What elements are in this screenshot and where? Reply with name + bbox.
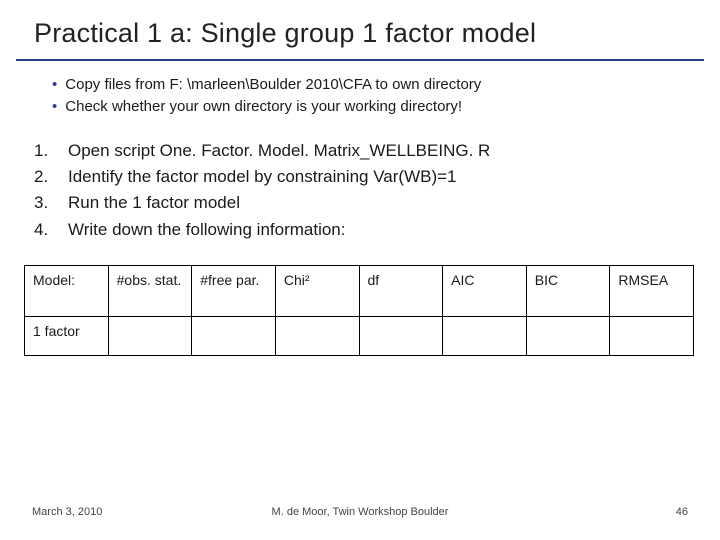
bullet-item: • Check whether your own directory is yo… — [52, 97, 680, 117]
table-header: #obs. stat. — [108, 265, 192, 316]
item-text: Write down the following information: — [68, 217, 346, 243]
table-header: RMSEA — [610, 265, 694, 316]
bullet-icon: • — [52, 75, 57, 95]
bullet-icon: • — [52, 97, 57, 117]
item-number: 3. — [34, 190, 68, 216]
table-cell — [610, 316, 694, 355]
bullet-item: • Copy files from F: \marleen\Boulder 20… — [52, 75, 680, 95]
list-item: 2. Identify the factor model by constrai… — [34, 164, 680, 190]
bullet-list: • Copy files from F: \marleen\Boulder 20… — [0, 61, 720, 124]
list-item: 1. Open script One. Factor. Model. Matri… — [34, 138, 680, 164]
list-item: 4. Write down the following information: — [34, 217, 680, 243]
list-item: 3. Run the 1 factor model — [34, 190, 680, 216]
numbered-list: 1. Open script One. Factor. Model. Matri… — [0, 124, 720, 247]
table-cell — [443, 316, 527, 355]
table-cell — [108, 316, 192, 355]
table-header: Chi² — [275, 265, 359, 316]
table-header: BIC — [526, 265, 610, 316]
footer-author: M. de Moor, Twin Workshop Boulder — [272, 506, 449, 518]
table-cell — [359, 316, 443, 355]
slide-footer: March 3, 2010 M. de Moor, Twin Workshop … — [0, 506, 720, 518]
footer-page-number: 46 — [676, 506, 688, 518]
item-text: Open script One. Factor. Model. Matrix_W… — [68, 138, 490, 164]
table-header-row: Model: #obs. stat. #free par. Chi² df AI… — [25, 265, 694, 316]
table-cell — [275, 316, 359, 355]
table-header: #free par. — [192, 265, 276, 316]
item-number: 2. — [34, 164, 68, 190]
item-text: Identify the factor model by constrainin… — [68, 164, 457, 190]
bullet-text: Copy files from F: \marleen\Boulder 2010… — [65, 75, 481, 95]
item-number: 1. — [34, 138, 68, 164]
item-number: 4. — [34, 217, 68, 243]
table-row: 1 factor — [25, 316, 694, 355]
bullet-text: Check whether your own directory is your… — [65, 97, 462, 117]
table-header: AIC — [443, 265, 527, 316]
item-text: Run the 1 factor model — [68, 190, 240, 216]
footer-date: March 3, 2010 — [32, 506, 102, 518]
table-cell — [192, 316, 276, 355]
table-header: df — [359, 265, 443, 316]
table-header: Model: — [25, 265, 109, 316]
table-cell — [526, 316, 610, 355]
slide-title: Practical 1 a: Single group 1 factor mod… — [0, 0, 720, 55]
table-cell: 1 factor — [25, 316, 109, 355]
model-table: Model: #obs. stat. #free par. Chi² df AI… — [0, 247, 720, 356]
